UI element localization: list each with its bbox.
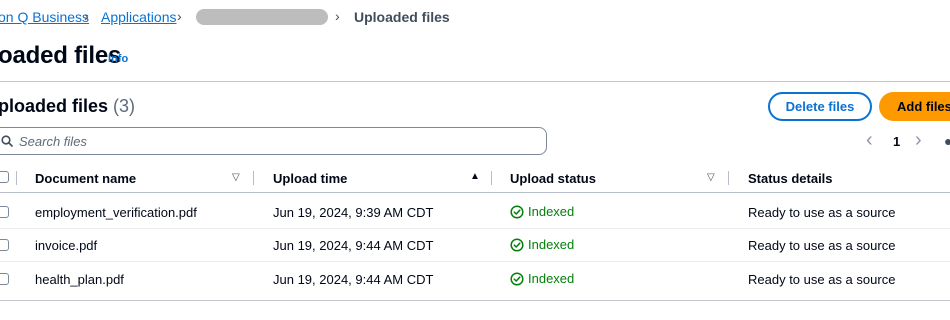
page-number-current[interactable]: 1 bbox=[893, 134, 900, 149]
table-row[interactable]: invoice.pdf Jun 19, 2024, 9:44 AM CDT In… bbox=[0, 231, 950, 259]
upload-status: Indexed bbox=[510, 271, 574, 286]
chevron-right-icon[interactable]: › bbox=[915, 130, 922, 150]
status-label: Indexed bbox=[528, 271, 575, 286]
header-divider bbox=[0, 81, 950, 82]
section-title-label: ploaded files bbox=[0, 96, 109, 116]
row-checkbox[interactable] bbox=[0, 273, 9, 285]
column-separator[interactable] bbox=[491, 171, 492, 185]
upload-time: Jun 19, 2024, 9:44 AM CDT bbox=[273, 272, 434, 287]
column-header-document-name[interactable]: Document name bbox=[35, 171, 136, 186]
check-circle-icon bbox=[510, 271, 524, 286]
column-separator[interactable] bbox=[253, 171, 254, 185]
document-name: employment_verification.pdf bbox=[35, 205, 197, 220]
row-checkbox[interactable] bbox=[0, 239, 9, 251]
column-separator[interactable] bbox=[728, 171, 729, 185]
column-header-upload-status[interactable]: Upload status bbox=[510, 171, 596, 186]
breadcrumb-item-current: Uploaded files bbox=[354, 9, 450, 25]
check-circle-icon bbox=[510, 204, 524, 219]
table-header: Document name ▽ Upload time ▲ Upload sta… bbox=[0, 165, 950, 191]
column-header-status-details[interactable]: Status details bbox=[748, 171, 833, 186]
sort-caret-icon[interactable]: ▽ bbox=[707, 172, 715, 183]
section-title: ploaded files (3) bbox=[0, 96, 135, 117]
status-details: Ready to use as a source bbox=[748, 238, 896, 253]
table-header-divider bbox=[0, 192, 950, 193]
breadcrumb-separator-icon: › bbox=[84, 8, 89, 24]
select-all-checkbox[interactable] bbox=[0, 171, 9, 183]
row-divider bbox=[0, 228, 950, 229]
chevron-left-icon[interactable]: ‹ bbox=[866, 130, 873, 150]
table-row[interactable]: employment_verification.pdf Jun 19, 2024… bbox=[0, 198, 950, 226]
settings-icon-partial[interactable]: ● bbox=[944, 133, 950, 147]
sort-caret-icon[interactable]: ▽ bbox=[232, 172, 240, 183]
column-header-upload-time[interactable]: Upload time bbox=[273, 171, 347, 186]
pagination: ‹ 1 › ● bbox=[860, 130, 950, 152]
document-name: invoice.pdf bbox=[35, 238, 98, 253]
row-checkbox[interactable] bbox=[0, 206, 9, 218]
breadcrumb-item-application-redacted[interactable] bbox=[196, 9, 328, 25]
breadcrumb-separator-icon: › bbox=[335, 8, 340, 24]
add-files-button[interactable]: Add files bbox=[879, 92, 950, 121]
status-label: Indexed bbox=[528, 204, 575, 219]
document-name: health_plan.pdf bbox=[35, 272, 124, 287]
upload-time: Jun 19, 2024, 9:44 AM CDT bbox=[273, 238, 434, 253]
table-bottom-divider bbox=[0, 300, 950, 301]
row-divider bbox=[0, 261, 950, 262]
search-icon bbox=[1, 135, 13, 147]
page-title: oaded files bbox=[0, 42, 122, 69]
file-count: (3) bbox=[113, 96, 136, 116]
table-row[interactable]: health_plan.pdf Jun 19, 2024, 9:44 AM CD… bbox=[0, 265, 950, 293]
breadcrumb-item-applications[interactable]: Applications bbox=[101, 9, 177, 25]
info-link[interactable]: Info bbox=[108, 53, 128, 65]
check-circle-icon bbox=[510, 237, 524, 252]
page-header: oaded files Info bbox=[0, 42, 300, 70]
column-separator bbox=[16, 171, 17, 185]
status-label: Indexed bbox=[528, 237, 575, 252]
sort-ascending-icon[interactable]: ▲ bbox=[470, 171, 480, 182]
upload-status: Indexed bbox=[510, 237, 574, 252]
breadcrumb: on Q Business › Applications › › Uploade… bbox=[0, 8, 460, 27]
upload-time: Jun 19, 2024, 9:39 AM CDT bbox=[273, 205, 434, 220]
status-details: Ready to use as a source bbox=[748, 272, 896, 287]
breadcrumb-item-amazon-q-business[interactable]: on Q Business bbox=[0, 9, 89, 25]
status-details: Ready to use as a source bbox=[748, 205, 896, 220]
breadcrumb-separator-icon: › bbox=[177, 8, 182, 24]
search-input[interactable] bbox=[19, 133, 519, 149]
upload-status: Indexed bbox=[510, 204, 574, 219]
delete-files-button[interactable]: Delete files bbox=[768, 92, 872, 121]
search-field[interactable] bbox=[0, 127, 547, 155]
